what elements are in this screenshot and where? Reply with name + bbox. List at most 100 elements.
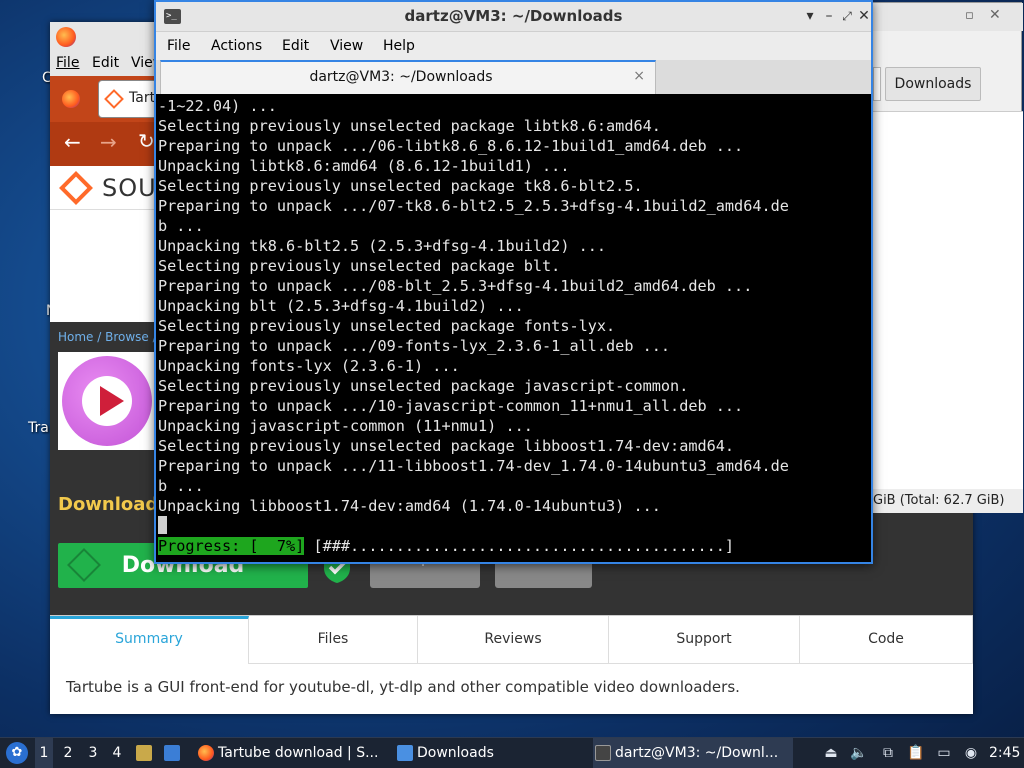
- tab-support[interactable]: Support: [609, 616, 800, 664]
- menu-help[interactable]: Help: [383, 38, 415, 54]
- display-icon[interactable]: ⧉: [879, 744, 897, 762]
- project-description: Tartube is a GUI front-end for youtube-d…: [66, 678, 740, 696]
- terminal-line: Preparing to unpack .../09-fonts-lyx_2.3…: [158, 337, 671, 355]
- task-label: Tartube download | S...: [218, 745, 379, 761]
- task-label: Downloads: [417, 745, 494, 761]
- tab-reviews[interactable]: Reviews: [418, 616, 609, 664]
- firefox-tab-title: Tart: [129, 90, 156, 106]
- tab-code[interactable]: Code: [800, 616, 973, 664]
- download-icon: [67, 548, 101, 582]
- path-field[interactable]: [873, 67, 881, 101]
- task-label: dartz@VM3: ~/Downl...: [615, 745, 779, 761]
- path-button-downloads[interactable]: Downloads: [885, 67, 981, 101]
- forward-icon[interactable]: →: [100, 130, 117, 154]
- status-bar: GiB (Total: 62.7 GiB): [873, 489, 1023, 513]
- menu-file[interactable]: File: [167, 38, 190, 54]
- maximize-icon[interactable]: ⤢: [839, 7, 855, 25]
- task-tartube-download[interactable]: Tartube download | S...: [196, 738, 382, 768]
- terminal-line: Preparing to unpack .../08-blt_2.5.3+dfs…: [158, 277, 753, 295]
- file-manager-window: ▫ ✕ Downloads GiB (Total: 62.7 GiB): [872, 2, 1023, 513]
- start-menu-icon[interactable]: ✿: [6, 742, 28, 764]
- task-terminal[interactable]: dartz@VM3: ~/Downl...: [593, 738, 793, 768]
- terminal-line: Unpacking javascript-common (11+nmu1) ..…: [158, 417, 533, 435]
- terminal-tab-label: dartz@VM3: ~/Downloads: [309, 69, 493, 85]
- network-icon[interactable]: ▭: [935, 744, 953, 762]
- terminal-lines: -1~22.04) ... Selecting previously unsele…: [158, 96, 871, 516]
- taskbar: ✿ 1 2 3 4 Tartube download | S... Downlo…: [0, 737, 1024, 768]
- terminal-tabbar: dartz@VM3: ~/Downloads ×: [156, 60, 871, 94]
- firefox-icon: [198, 745, 214, 761]
- workspace-4[interactable]: 4: [108, 738, 126, 768]
- terminal-line: b ...: [158, 217, 204, 235]
- workspace-1[interactable]: 1: [35, 738, 53, 768]
- tab-close-icon[interactable]: ×: [633, 68, 645, 84]
- workspace-3[interactable]: 3: [84, 738, 102, 768]
- clock[interactable]: 2:45: [989, 738, 1020, 768]
- play-icon: [82, 376, 132, 426]
- tartube-logo-icon: [62, 356, 152, 446]
- minimize-icon[interactable]: –: [821, 7, 837, 25]
- menu-view[interactable]: View: [330, 38, 363, 54]
- terminal-cursor: [158, 516, 167, 534]
- breadcrumb[interactable]: Home / Browse / P: [58, 330, 168, 344]
- terminal-line: Unpacking libtk8.6:amd64 (8.6.12-1build1…: [158, 157, 570, 175]
- terminal-line: Selecting previously unselected package …: [158, 257, 561, 275]
- progress-label: Progress: [ 7%]: [158, 537, 305, 555]
- tab-files[interactable]: Files: [249, 616, 418, 664]
- firefox-icon: [56, 27, 76, 47]
- keep-above-icon[interactable]: ▾: [802, 7, 818, 25]
- terminal-line: Selecting previously unselected package …: [158, 117, 661, 135]
- terminal-line: Selecting previously unselected package …: [158, 317, 616, 335]
- terminal-cursor-line: [158, 516, 871, 536]
- terminal-line: Unpacking tk8.6-blt2.5 (2.5.3+dfsg-4.1bu…: [158, 237, 607, 255]
- terminal-window: >_ dartz@VM3: ~/Downloads ▾ – ⤢ ✕ File A…: [154, 0, 873, 564]
- file-list[interactable]: [873, 111, 1023, 489]
- terminal-line: -1~22.04) ...: [158, 97, 277, 115]
- eject-icon[interactable]: ⏏: [822, 744, 840, 762]
- update-notifier-icon[interactable]: ◉: [962, 744, 980, 762]
- terminal-line: Preparing to unpack .../11-libboost1.74-…: [158, 457, 789, 475]
- progress-bar: [###....................................…: [304, 537, 735, 555]
- terminal-line: Unpacking fonts-lyx (2.3.6-1) ...: [158, 357, 460, 375]
- terminal-line: b ...: [158, 477, 204, 495]
- sourceforge-favicon: [104, 89, 124, 109]
- terminal-line: Selecting previously unselected package …: [158, 437, 735, 455]
- folder-icon: [397, 745, 413, 761]
- sourceforge-logo-text[interactable]: SOU: [102, 174, 157, 202]
- terminal-line: Unpacking blt (2.5.3+dfsg-4.1build2) ...: [158, 297, 524, 315]
- terminal-titlebar[interactable]: >_ dartz@VM3: ~/Downloads ▾ – ⤢ ✕: [156, 2, 871, 32]
- file-manager-titlebar[interactable]: ▫ ✕: [873, 3, 1023, 31]
- firefox-menu-file[interactable]: File: [56, 55, 79, 71]
- project-logo: [58, 352, 154, 450]
- task-downloads[interactable]: Downloads: [395, 738, 575, 768]
- close-icon[interactable]: ✕: [989, 7, 1001, 23]
- terminal-line: Unpacking libboost1.74-dev:amd64 (1.74.0…: [158, 497, 661, 515]
- terminal-line: Preparing to unpack .../06-libtk8.6_8.6.…: [158, 137, 744, 155]
- clipboard-icon[interactable]: 📋: [907, 744, 925, 762]
- terminal-icon: [595, 745, 611, 761]
- volume-icon[interactable]: 🔈: [850, 744, 868, 762]
- terminal-output[interactable]: -1~22.04) ... Selecting previously unsele…: [156, 94, 871, 562]
- show-desktop-icon[interactable]: [164, 745, 180, 761]
- tab-summary[interactable]: Summary: [50, 616, 249, 664]
- menu-actions[interactable]: Actions: [211, 38, 262, 54]
- terminal-line: Preparing to unpack .../10-javascript-co…: [158, 397, 744, 415]
- apt-progress-line: Progress: [ 7%] [###....................…: [158, 536, 734, 556]
- sourceforge-logo-icon: [59, 171, 93, 205]
- terminal-line: Selecting previously unselected package …: [158, 177, 643, 195]
- back-icon[interactable]: ←: [64, 130, 81, 154]
- file-manager-launcher-icon[interactable]: [136, 745, 152, 761]
- close-icon[interactable]: ✕: [856, 7, 872, 25]
- terminal-line: Preparing to unpack .../07-tk8.6-blt2.5_…: [158, 197, 789, 215]
- terminal-line: Selecting previously unselected package …: [158, 377, 689, 395]
- desktop-label-tra: Tra: [28, 420, 49, 436]
- minimize-icon[interactable]: ▫: [965, 8, 974, 23]
- firefox-menu-edit[interactable]: Edit: [92, 55, 119, 71]
- terminal-menubar: File Actions Edit View Help: [156, 32, 871, 60]
- terminal-tab[interactable]: dartz@VM3: ~/Downloads ×: [160, 60, 656, 94]
- workspace-2[interactable]: 2: [59, 738, 77, 768]
- reload-icon[interactable]: ↻: [138, 129, 155, 153]
- project-tabs: Summary Files Reviews Support Code: [50, 615, 973, 664]
- firefox-icon: [62, 90, 80, 108]
- menu-edit[interactable]: Edit: [282, 38, 309, 54]
